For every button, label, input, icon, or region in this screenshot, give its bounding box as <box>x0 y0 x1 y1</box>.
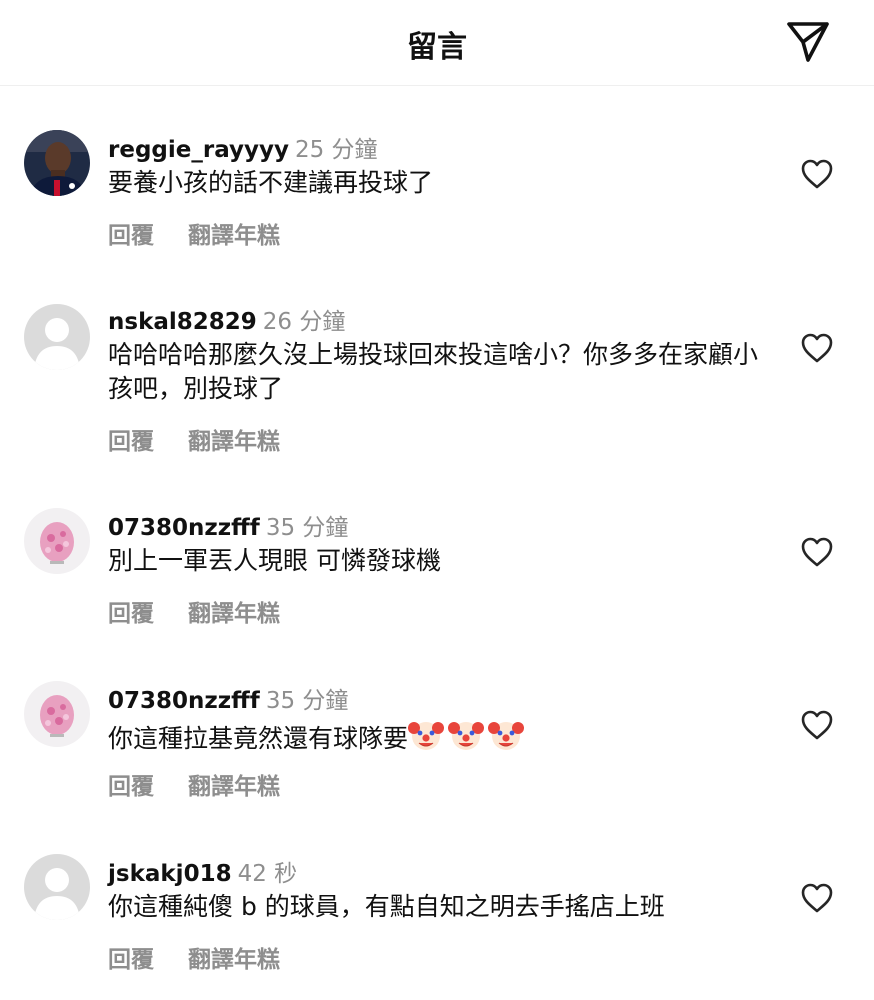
comment-item: 07380nzzfff 35 分鐘 你這種拉基竟然還有球隊要 回覆 翻譯年糕 <box>0 637 874 807</box>
timestamp: 26 分鐘 <box>262 309 346 335</box>
reply-button[interactable]: 回覆 <box>108 429 154 455</box>
comment-text: 哈哈哈哈那麼久沒上場投球回來投這啥小？你多多在家顧小孩吧，別投球了 <box>108 340 759 403</box>
comment-text-body: 你這種拉基竟然還有球隊要 <box>108 724 409 753</box>
heart-icon[interactable] <box>800 158 834 190</box>
comment-meta: nskal82829 26 分鐘 <box>108 302 345 336</box>
avatar[interactable] <box>24 304 90 370</box>
username[interactable]: jskakj018 <box>108 861 232 887</box>
comment-item: reggie_rayyyy 25 分鐘 要養小孩的話不建議再投球了 回覆 翻譯年糕 <box>0 86 874 256</box>
reply-button[interactable]: 回覆 <box>108 601 154 627</box>
avatar[interactable] <box>24 508 90 574</box>
comment-meta: 07380nzzfff 35 分鐘 <box>108 681 348 715</box>
username[interactable]: 07380nzzfff <box>108 688 260 714</box>
avatar[interactable] <box>24 681 90 747</box>
heart-icon[interactable] <box>800 882 834 914</box>
username[interactable]: 07380nzzfff <box>108 515 260 541</box>
translate-button[interactable]: 翻譯年糕 <box>188 601 280 627</box>
comment-actions: 回覆 翻譯年糕 <box>108 216 280 250</box>
comment-text: 你這種拉基竟然還有球隊要 <box>108 717 768 756</box>
comment-item: jskakj018 42 秒 你這種純傻 b 的球員，有點自知之明去手搖店上班 回… <box>0 810 874 980</box>
timestamp: 35 分鐘 <box>265 688 349 714</box>
reply-button[interactable]: 回覆 <box>108 774 154 800</box>
timestamp: 35 分鐘 <box>265 515 349 541</box>
username[interactable]: nskal82829 <box>108 309 257 335</box>
comment-item: 07380nzzfff 35 分鐘 別上一軍丟人現眼 可憐發球機 回覆 翻譯年糕 <box>0 464 874 634</box>
comment-meta: reggie_rayyyy 25 分鐘 <box>108 130 378 164</box>
comment-text: 要養小孩的話不建議再投球了 <box>108 168 434 197</box>
comment-item: nskal82829 26 分鐘 哈哈哈哈那麼久沒上場投球回來投這啥小？你多多在家… <box>0 258 874 455</box>
clown-face-icon <box>488 717 525 753</box>
comment-actions: 回覆 翻譯年糕 <box>108 940 280 974</box>
clown-face-icon <box>448 717 485 753</box>
heart-icon[interactable] <box>800 709 834 741</box>
comment-actions: 回覆 翻譯年糕 <box>108 767 280 801</box>
header-bar: 留言 <box>0 0 874 86</box>
timestamp: 25 分鐘 <box>294 137 378 163</box>
avatar[interactable] <box>24 854 90 920</box>
send-icon[interactable] <box>784 18 832 66</box>
reply-button[interactable]: 回覆 <box>108 223 154 249</box>
translate-button[interactable]: 翻譯年糕 <box>188 429 280 455</box>
translate-button[interactable]: 翻譯年糕 <box>188 223 280 249</box>
comment-meta: 07380nzzfff 35 分鐘 <box>108 508 348 542</box>
username[interactable]: reggie_rayyyy <box>108 137 289 163</box>
comment-actions: 回覆 翻譯年糕 <box>108 422 280 456</box>
translate-button[interactable]: 翻譯年糕 <box>188 774 280 800</box>
translate-button[interactable]: 翻譯年糕 <box>188 947 280 973</box>
timestamp: 42 秒 <box>237 861 298 887</box>
comment-actions: 回覆 翻譯年糕 <box>108 594 280 628</box>
heart-icon[interactable] <box>800 332 834 364</box>
heart-icon[interactable] <box>800 536 834 568</box>
comment-meta: jskakj018 42 秒 <box>108 854 297 888</box>
page-title: 留言 <box>407 30 467 65</box>
avatar[interactable] <box>24 130 90 196</box>
clown-face-icon <box>408 717 445 753</box>
reply-button[interactable]: 回覆 <box>108 947 154 973</box>
comment-text: 別上一軍丟人現眼 可憐發球機 <box>108 546 441 575</box>
comment-text: 你這種純傻 b 的球員，有點自知之明去手搖店上班 <box>108 892 665 921</box>
